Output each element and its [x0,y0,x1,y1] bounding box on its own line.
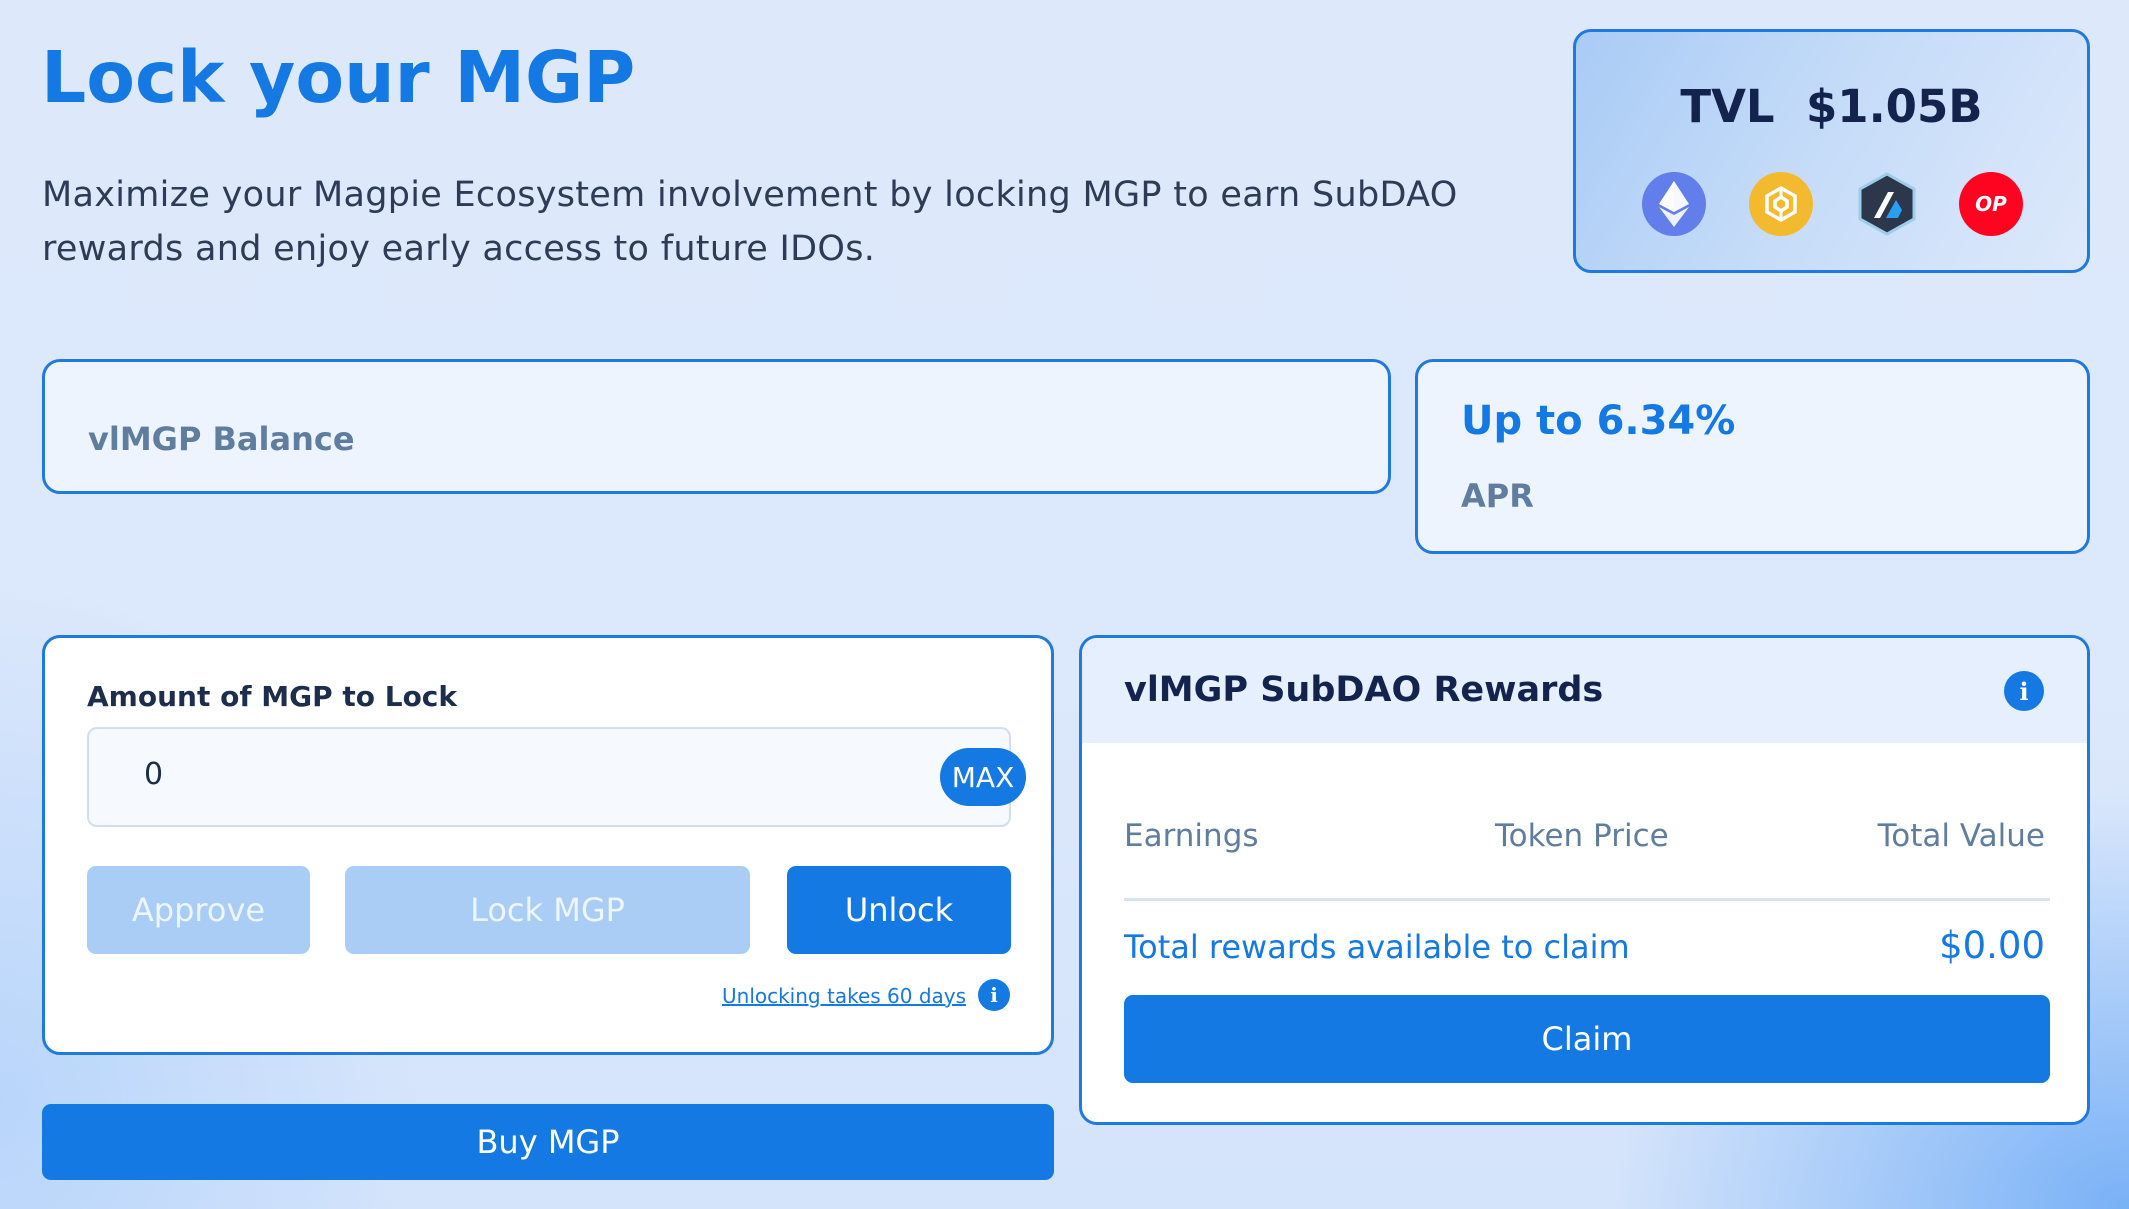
tvl-card: TVL $1.05B OP [1573,29,2090,273]
tvl-value: $1.05B [1805,80,1983,133]
optimism-icon-label: OP [1975,192,2007,216]
lock-card: Amount of MGP to Lock MAX Approve Lock M… [42,635,1054,1055]
page-description: Maximize your Magpie Ecosystem involveme… [42,175,1458,269]
ethereum-icon[interactable] [1642,172,1706,236]
divider [1124,898,2050,901]
tvl-display: TVL $1.05B [1576,80,2087,133]
unlock-duration-link[interactable]: Unlocking takes 60 days [722,984,966,1008]
claim-button[interactable]: Claim [1124,995,2050,1083]
column-header-token-price: Token Price [1495,818,1669,854]
amount-label: Amount of MGP to Lock [87,680,458,713]
apr-value: Up to 6.34% [1461,398,1736,444]
arbitrum-icon[interactable] [1855,172,1919,236]
rewards-header: vlMGP SubDAO Rewards i [1082,638,2087,743]
apr-card: Up to 6.34% APR [1415,359,2090,554]
rewards-card: vlMGP SubDAO Rewards i Earnings Token Pr… [1079,635,2090,1125]
total-rewards-label: Total rewards available to claim [1124,928,1630,966]
rewards-info-icon[interactable]: i [2004,671,2044,711]
info-icon[interactable]: i [978,979,1010,1011]
amount-input[interactable] [144,757,844,792]
amount-input-container: MAX [87,727,1026,827]
page-title: Lock your MGP [41,36,636,119]
buy-mgp-button[interactable]: Buy MGP [42,1104,1054,1180]
balance-card: vlMGP Balance [42,359,1391,494]
tvl-label: TVL [1680,80,1775,133]
unlock-button[interactable]: Unlock [787,866,1011,954]
max-button[interactable]: MAX [940,748,1026,806]
column-header-total-value: Total Value [1877,818,2045,854]
column-header-earnings: Earnings [1124,818,1259,854]
approve-button[interactable]: Approve [87,866,310,954]
apr-label: APR [1461,477,1534,515]
optimism-icon[interactable]: OP [1959,172,2023,236]
bnb-icon[interactable] [1749,172,1813,236]
rewards-title: vlMGP SubDAO Rewards [1124,670,1604,710]
balance-label: vlMGP Balance [88,420,355,458]
total-rewards-value: $0.00 [1939,924,2045,967]
lock-mgp-button[interactable]: Lock MGP [345,866,750,954]
